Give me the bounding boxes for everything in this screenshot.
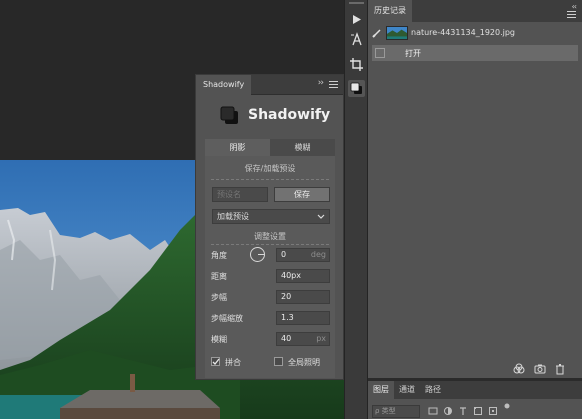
merge-checkbox[interactable]	[211, 357, 220, 366]
steps-input[interactable]: 20	[276, 290, 330, 304]
snapshot-thumbnail	[386, 26, 408, 40]
shadowify-mode-tabs: 阴影 模糊	[205, 139, 335, 156]
steps-value: 20	[281, 292, 292, 301]
tab-blur[interactable]: 模糊	[270, 139, 335, 156]
divider	[211, 179, 329, 180]
step-scale-value: 1.3	[281, 313, 294, 322]
shadowify-settings: 保存/加载预设 保存 加载预设 调整设置 角度 0 deg 距离 40px 步幅…	[205, 156, 335, 378]
shadowify-logo-icon	[220, 106, 238, 124]
history-tabbar: 历史记录 ‹‹	[368, 0, 582, 22]
divider	[211, 244, 329, 245]
history-footer	[368, 360, 582, 378]
camera-icon[interactable]	[534, 363, 546, 375]
shadowify-header: Shadowify	[196, 97, 343, 135]
trash-icon[interactable]	[554, 363, 566, 375]
distance-value: 40px	[281, 271, 301, 280]
distance-input[interactable]: 40px	[276, 269, 330, 283]
global-light-label: 全局照明	[288, 358, 320, 367]
blur-value: 40	[281, 334, 292, 343]
load-preset-dropdown[interactable]: 加载预设	[212, 209, 330, 224]
play-icon[interactable]	[348, 11, 365, 28]
snapshot-filename: nature-4431134_1920.jpg	[411, 28, 516, 37]
tab-channels[interactable]: 通道	[394, 381, 420, 399]
tab-shadow[interactable]: 阴影	[205, 139, 270, 156]
blur-input[interactable]: 40 px	[276, 332, 330, 346]
tab-paths[interactable]: 路径	[420, 381, 446, 399]
angle-input[interactable]: 0 deg	[276, 248, 330, 262]
checkmark-icon	[212, 358, 220, 365]
tab-history[interactable]: 历史记录	[368, 0, 412, 22]
shadowify-icon[interactable]	[348, 80, 365, 97]
angle-value: 0	[281, 250, 287, 259]
shadowify-title: Shadowify	[248, 107, 331, 123]
crop-icon[interactable]	[348, 56, 365, 73]
shadowify-panel-tab[interactable]: Shadowify	[196, 75, 252, 95]
collapse-icon[interactable]: ‹‹	[572, 2, 578, 11]
angle-label: 角度	[211, 251, 227, 260]
history-snapshot[interactable]: nature-4431134_1920.jpg	[368, 22, 582, 45]
step-scale-label: 步幅缩放	[211, 314, 243, 323]
layer-kind-filter[interactable]: ρ 类型	[372, 405, 420, 418]
shadowify-tabbar: Shadowify ››	[196, 75, 343, 95]
save-preset-button[interactable]: 保存	[274, 187, 330, 202]
adjustment-layer-filter-icon[interactable]	[443, 406, 453, 416]
panel-menu-icon[interactable]	[329, 81, 338, 89]
panel-menu-icon[interactable]	[567, 11, 576, 19]
smart-object-filter-icon[interactable]	[488, 406, 498, 416]
section-preset-title: 保存/加载预设	[244, 164, 296, 173]
preset-name-input[interactable]	[212, 187, 268, 202]
step-scale-input[interactable]: 1.3	[276, 311, 330, 325]
type-layer-filter-icon[interactable]	[458, 406, 468, 416]
history-step-open[interactable]: 打开	[372, 45, 578, 61]
blur-label: 模糊	[211, 335, 227, 344]
distance-label: 距离	[211, 272, 227, 281]
angle-unit: deg	[310, 250, 326, 259]
collapse-icon[interactable]: ››	[318, 78, 324, 88]
history-step-label: 打开	[405, 49, 421, 58]
grip-handle[interactable]	[349, 2, 364, 4]
history-brush-icon[interactable]	[372, 28, 382, 38]
global-light-checkbox[interactable]	[274, 357, 283, 366]
pixel-layer-filter-icon[interactable]	[428, 406, 438, 416]
new-document-from-state-icon[interactable]	[513, 363, 525, 375]
load-preset-label: 加载预设	[217, 212, 249, 221]
history-panel: 历史记录 ‹‹ nature-4431134_1920.jpg 打开	[368, 0, 582, 378]
merge-label: 拼合	[225, 358, 241, 367]
chevron-down-icon	[317, 214, 325, 219]
blur-unit: px	[316, 334, 326, 343]
shape-layer-filter-icon[interactable]	[473, 406, 483, 416]
character-icon[interactable]	[348, 31, 365, 48]
layers-panel: 图层 通道 路径 ρ 类型	[368, 378, 582, 419]
section-adjust-title: 调整设置	[254, 232, 286, 241]
shadowify-panel: Shadowify ›› Shadowify 阴影 模糊 保存/加载预设 保存 …	[195, 74, 344, 380]
angle-dial[interactable]	[250, 247, 265, 262]
steps-label: 步幅	[211, 293, 227, 302]
filter-toggle-icon[interactable]	[502, 401, 512, 411]
tab-layers[interactable]: 图层	[368, 381, 394, 399]
panel-tool-strip	[344, 0, 368, 419]
layers-tabbar: 图层 通道 路径	[368, 381, 582, 399]
document-icon	[375, 48, 385, 58]
